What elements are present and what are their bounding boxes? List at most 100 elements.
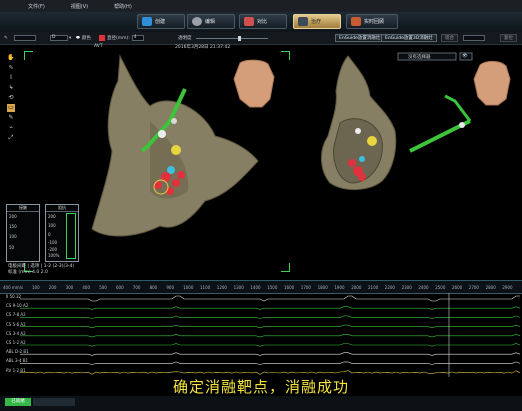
rotate-tool-icon[interactable]: ⟲ bbox=[7, 94, 15, 102]
impedance-gauge: 阻抗 200 100 0 -100 -200 100% bbox=[45, 204, 79, 262]
channel-label: ABL D-2 B1 bbox=[6, 349, 29, 355]
trace-line bbox=[20, 324, 521, 329]
app-window: 文件(F) 视图(V) 帮助(H) 创建 编辑 对比 治疗 实时回顾 ✎ D ▾… bbox=[0, 0, 522, 411]
pen-icon: ⬬ bbox=[76, 36, 80, 41]
create-icon bbox=[142, 17, 152, 26]
ruler-tick: 2600 bbox=[452, 285, 463, 290]
gauge-tick: 150 bbox=[9, 224, 17, 229]
torso-orientation-right bbox=[473, 60, 511, 106]
channel-label: CS 5-6 A2 bbox=[6, 321, 26, 327]
mode-edit-button[interactable]: 编辑 bbox=[187, 14, 235, 29]
right-view-dropdown[interactable]: 没有选择器 bbox=[408, 54, 431, 60]
ruler-tick: 2000 bbox=[351, 285, 362, 290]
trace-line bbox=[20, 295, 520, 302]
ruler-tick: 100 bbox=[32, 285, 40, 290]
trace-line bbox=[20, 306, 521, 310]
mode-label: 创建 bbox=[155, 19, 166, 25]
ruler-tick: 1100 bbox=[200, 285, 211, 290]
channel-label: CS 3-4 A2 bbox=[6, 330, 26, 336]
waveform-panel[interactable]: 400 mm/s 100 200 300 400 500 600 700 800 900 1000… bbox=[0, 280, 522, 377]
color-swatch[interactable] bbox=[99, 35, 105, 41]
mode-compare-button[interactable]: 对比 bbox=[239, 14, 287, 29]
enguide-place-button[interactable]: EnGuide放置消融灶 bbox=[335, 34, 385, 42]
ruler-tick: 2500 bbox=[435, 285, 446, 290]
ruler-tick: 2700 bbox=[468, 285, 479, 290]
slider-thumb[interactable] bbox=[237, 35, 241, 41]
layer-dropdown[interactable]: D ▾ bbox=[50, 34, 71, 42]
ruler-tick: 400 bbox=[82, 285, 91, 290]
ruler-tick: 1900 bbox=[334, 285, 345, 290]
ruler-tick: 1400 bbox=[250, 285, 261, 290]
measure-tool-icon[interactable]: ⌁ bbox=[7, 124, 15, 132]
view-subheader: AVT 2016年3月28日 21:37:42 bbox=[0, 44, 522, 51]
ruler-tick: 1300 bbox=[233, 285, 244, 290]
brush-icon[interactable]: ✎ bbox=[4, 34, 8, 42]
ruler-tick: 1000 bbox=[183, 285, 194, 290]
status-bar: 已就绪 bbox=[0, 396, 522, 411]
fit-button[interactable]: 适合 bbox=[441, 34, 458, 42]
ruler-tick: 2300 bbox=[401, 285, 412, 290]
therapy-icon bbox=[298, 17, 308, 26]
channel-label: RV 1-2 B1 bbox=[6, 367, 26, 373]
enguide-place-3d-button[interactable]: EnGuide放置3D消融灶 bbox=[381, 34, 437, 42]
ruler-tick: 2200 bbox=[384, 285, 395, 290]
mode-create-button[interactable]: 创建 bbox=[137, 14, 185, 29]
trace-line bbox=[20, 315, 521, 319]
chevron-down-icon: ▾ bbox=[69, 35, 72, 41]
opacity-label: 透明度 bbox=[178, 36, 192, 41]
gauge-tick: 100 bbox=[48, 223, 56, 228]
menu-view[interactable]: 视图(V) bbox=[71, 3, 88, 10]
gauge-tick: -200 bbox=[48, 247, 58, 252]
ruler-tick: 200 bbox=[48, 285, 57, 290]
zoom-field[interactable] bbox=[463, 35, 485, 41]
gauge-tick: 200 bbox=[9, 214, 17, 219]
menu-bar: 文件(F) 视图(V) 帮助(H) bbox=[0, 0, 522, 12]
mode-review-button[interactable]: 实时回顾 bbox=[346, 14, 398, 29]
select-tool-icon[interactable]: ▭ bbox=[7, 104, 15, 112]
tool-strip bbox=[14, 34, 36, 42]
impedance-bar bbox=[66, 213, 76, 259]
pen-color[interactable]: ⬬ 颜色 bbox=[76, 34, 91, 42]
gauge-tick: 0 bbox=[48, 232, 51, 237]
opacity-control[interactable]: 透明度 bbox=[178, 34, 268, 42]
reset-button[interactable]: 复位 bbox=[500, 34, 517, 42]
draw-tool-icon[interactable]: ✎ bbox=[7, 114, 15, 122]
gauge-tick: 50 bbox=[9, 245, 15, 250]
text-tool-icon[interactable]: I bbox=[7, 74, 15, 82]
trace-line bbox=[19, 370, 521, 375]
pen-label: 颜色 bbox=[81, 36, 91, 41]
ruler-tick: 1200 bbox=[216, 285, 227, 290]
path-tool-icon[interactable]: ↳ bbox=[7, 84, 15, 92]
channel-label: ABL 3-4 B1 bbox=[6, 358, 29, 364]
menu-file[interactable]: 文件(F) bbox=[28, 3, 45, 10]
mode-label: 治疗 bbox=[311, 19, 322, 25]
ruler-tick: 700 bbox=[132, 285, 141, 290]
pointer-tool-icon[interactable]: ⇖ bbox=[7, 64, 15, 72]
timestamp: 2016年3月28日 21:37:42 bbox=[175, 45, 231, 50]
gauge-tick: -100 bbox=[48, 240, 58, 245]
size-input[interactable]: 4 bbox=[131, 35, 144, 41]
opacity-slider[interactable] bbox=[195, 35, 268, 41]
menu-help[interactable]: 帮助(H) bbox=[114, 3, 132, 10]
mode-therapy-button[interactable]: 治疗 bbox=[293, 14, 341, 29]
trace-line bbox=[20, 333, 521, 338]
trace-line bbox=[20, 352, 521, 356]
ruler-tick: 600 bbox=[116, 285, 124, 290]
status-ok-badge: 已就绪 bbox=[5, 398, 31, 406]
channel-label: CS 1-2 A2 bbox=[6, 340, 26, 345]
eye-icon[interactable]: 👁 bbox=[462, 54, 468, 59]
sweep-speed: 400 mm/s bbox=[3, 285, 24, 290]
size-control[interactable]: 直径(mm): 4 bbox=[99, 34, 144, 42]
caption-subtitle: 确定消融靶点，消融成功 bbox=[172, 378, 349, 396]
ruler-tick: 300 bbox=[65, 285, 74, 290]
ruler-tick: 2400 bbox=[418, 285, 429, 290]
trace-line bbox=[20, 343, 521, 347]
channel-label: CS 7-8 A2 bbox=[6, 312, 26, 318]
expand-tool-icon[interactable]: ⤢ bbox=[7, 134, 15, 142]
ruler-tick: 1700 bbox=[300, 285, 311, 290]
ruler-tick: 2900 bbox=[502, 285, 513, 290]
channel-label: CS 9-10 A2 bbox=[6, 303, 29, 309]
mode-label: 对比 bbox=[257, 19, 268, 25]
layer-dropdown-value: D bbox=[50, 35, 68, 41]
hand-tool-icon[interactable]: ✋ bbox=[7, 54, 15, 62]
